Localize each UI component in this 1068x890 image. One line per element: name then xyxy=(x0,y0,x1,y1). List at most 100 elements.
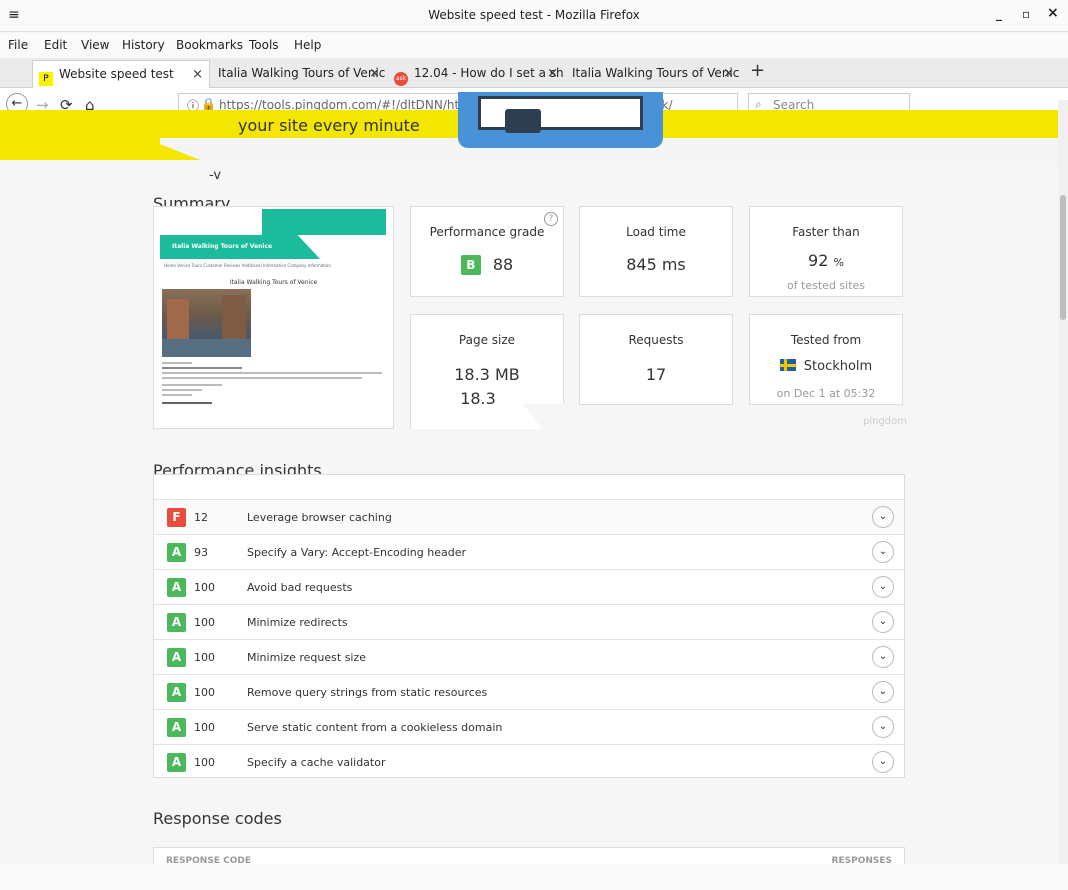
close-tab-icon[interactable]: × xyxy=(192,67,203,82)
insight-text: Leverage browser caching xyxy=(247,511,392,524)
menu-view[interactable]: View xyxy=(81,38,109,52)
grade-badge: A xyxy=(167,718,186,737)
tab-italia-walking-tours-2[interactable]: Italia Walking Tours of Venice × xyxy=(568,60,740,88)
menu-bookmarks[interactable]: Bookmarks xyxy=(176,38,243,52)
performance-score: 88 xyxy=(492,255,514,274)
insight-score: 100 xyxy=(194,721,215,734)
tab-label: 12.04 - How do I set a sh xyxy=(414,66,564,80)
menu-tools[interactable]: Tools xyxy=(249,38,279,52)
chevron-down-icon[interactable]: ⌄ xyxy=(872,681,894,703)
laptop-illustration xyxy=(458,92,663,148)
close-tab-icon[interactable]: × xyxy=(723,66,734,81)
card-value: 17 xyxy=(645,365,667,384)
tab-label: Italia Walking Tours of Venice xyxy=(218,66,386,80)
grade-badge: A xyxy=(167,683,186,702)
window-title: Website speed test - Mozilla Firefox xyxy=(428,8,640,22)
performance-grade-card: ? Performance grade B 88 xyxy=(410,206,564,297)
card-value: 845 ms xyxy=(626,255,686,274)
grade-badge: A xyxy=(167,578,186,597)
insight-row[interactable]: A 93 Specify a Vary: Accept-Encoding hea… xyxy=(154,534,904,569)
minimize-icon[interactable]: _ xyxy=(996,7,1002,21)
grade-badge: F xyxy=(167,508,186,527)
chevron-down-icon[interactable]: ⌄ xyxy=(872,611,894,633)
insight-row[interactable]: A 100 Avoid bad requests ⌄ xyxy=(154,569,904,604)
page-scrollbar[interactable] xyxy=(1058,100,1068,864)
stray-text: -v xyxy=(209,168,222,183)
tab-italia-walking-tours-1[interactable]: Italia Walking Tours of Venice × xyxy=(214,60,386,88)
faster-than-card: Faster than 92 % of tested sites xyxy=(749,206,903,297)
column-header: RESPONSES xyxy=(831,856,892,864)
insight-text: Specify a Vary: Accept-Encoding header xyxy=(247,546,467,559)
sweden-flag-icon xyxy=(779,359,796,371)
page-size-card: Page size 18.3 MB 18.3 xyxy=(410,314,564,429)
insights-table: F 12 Leverage browser caching ⌄ A 93 Spe… xyxy=(153,474,905,778)
maximize-icon[interactable]: ▫ xyxy=(1022,7,1030,21)
menu-help[interactable]: Help xyxy=(294,38,321,52)
insight-score: 12 xyxy=(194,511,208,524)
insight-row[interactable]: A 100 Minimize redirects ⌄ xyxy=(154,604,904,639)
menu-history[interactable]: History xyxy=(122,38,165,52)
close-tab-icon[interactable]: × xyxy=(369,66,380,81)
card-label: Tested from xyxy=(790,333,862,347)
tab-label: Website speed test xyxy=(59,67,174,81)
insight-row[interactable]: A 100 Minimize request size ⌄ xyxy=(154,639,904,674)
insight-text: Minimize redirects xyxy=(247,616,348,629)
faster-than-value: 92 xyxy=(808,251,829,270)
percent-unit: % xyxy=(833,256,844,269)
chevron-down-icon[interactable]: ⌄ xyxy=(872,646,894,668)
requests-card: Requests 17 xyxy=(579,314,733,405)
scrollbar-thumb[interactable] xyxy=(1060,195,1066,320)
hero-stripe xyxy=(0,138,160,160)
insight-text: Specify a cache validator xyxy=(247,756,386,769)
tab-askubuntu[interactable]: ask 12.04 - How do I set a sh × xyxy=(390,60,564,88)
response-codes-table: RESPONSE CODE RESPONSES xyxy=(153,847,905,864)
thumbnail-header: Italia Walking Tours of Venice xyxy=(160,209,386,259)
card-label: Page size xyxy=(458,333,516,347)
close-window-icon[interactable]: × xyxy=(1047,5,1059,21)
grade-badge: A xyxy=(167,753,186,772)
thumbnail-heading: Italia Walking Tours of Venice xyxy=(229,279,318,286)
hero-stripe xyxy=(160,144,200,160)
chevron-down-icon[interactable]: ⌄ xyxy=(872,751,894,773)
card-label: Load time xyxy=(626,225,686,239)
chevron-down-icon[interactable]: ⌄ xyxy=(872,576,894,598)
insight-text: Remove query strings from static resourc… xyxy=(247,686,488,699)
insight-text: Serve static content from a cookieless d… xyxy=(247,721,503,734)
hero-banner: your site every minute xyxy=(0,92,1060,162)
menu-edit[interactable]: Edit xyxy=(44,38,67,52)
close-tab-icon[interactable]: × xyxy=(547,66,558,81)
hero-tagline: your site every minute xyxy=(238,116,420,135)
chevron-down-icon[interactable]: ⌄ xyxy=(872,541,894,563)
chevron-down-icon[interactable]: ⌄ xyxy=(872,506,894,528)
insight-text: Avoid bad requests xyxy=(247,581,353,594)
card-value-duplicate: 18.3 xyxy=(460,389,496,408)
insight-score: 100 xyxy=(194,581,215,594)
tab-website-speed-test[interactable]: P Website speed test × xyxy=(32,60,210,88)
card-label: Performance grade xyxy=(429,225,545,239)
new-tab-icon[interactable]: + xyxy=(750,60,765,81)
ask-favicon-icon: ask xyxy=(394,72,408,86)
chevron-down-icon[interactable]: ⌄ xyxy=(872,716,894,738)
card-sub: on Dec 1 at 05:32 xyxy=(776,387,876,400)
insight-row[interactable]: A 100 Specify a cache validator ⌄ xyxy=(154,744,904,779)
insight-score: 93 xyxy=(194,546,208,559)
tab-label: Italia Walking Tours of Venice xyxy=(572,66,740,80)
card-value: Stockholm xyxy=(750,359,902,374)
window-bottom xyxy=(0,864,1068,890)
menu-file[interactable]: File xyxy=(8,38,28,52)
insight-row[interactable]: F 12 Leverage browser caching ⌄ xyxy=(154,499,904,534)
card-label: Requests xyxy=(628,333,684,347)
insight-row[interactable]: A 100 Serve static content from a cookie… xyxy=(154,709,904,744)
insight-score: 100 xyxy=(194,756,215,769)
card-value: 18.3 MB xyxy=(454,365,520,384)
help-icon[interactable]: ? xyxy=(544,212,558,226)
insight-text: Minimize request size xyxy=(247,651,367,664)
main-content: -v Summary Italia Walking Tours of Venic… xyxy=(0,162,1058,864)
pingdom-watermark: pingdom xyxy=(863,416,908,427)
thumbnail-nav: Home Venice Tours Customer Reviews Addit… xyxy=(164,263,331,268)
insight-row[interactable]: A 100 Remove query strings from static r… xyxy=(154,674,904,709)
venice-photo xyxy=(162,289,251,357)
card-sub: of tested sites xyxy=(786,279,866,292)
card-value: 92 % xyxy=(750,251,902,270)
thumbnail-site-title: Italia Walking Tours of Venice xyxy=(172,243,273,250)
